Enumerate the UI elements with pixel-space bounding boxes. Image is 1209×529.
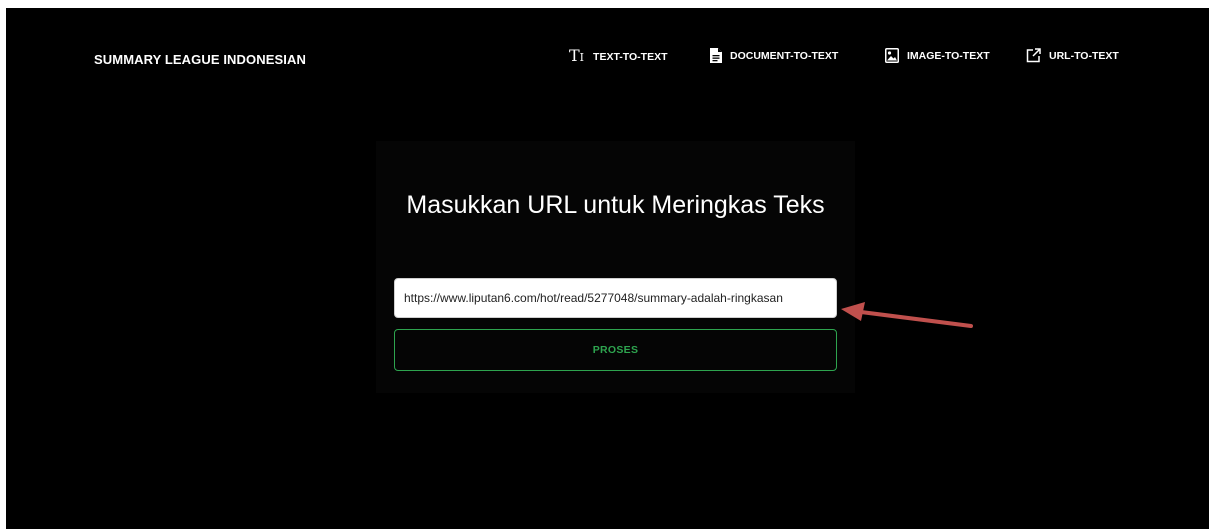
nav-link-label: TEXT-TO-TEXT xyxy=(593,51,668,63)
proses-button[interactable]: PROSES xyxy=(394,329,837,371)
top-navbar: SUMMARY LEAGUE INDONESIAN TI TEXT-TO-TEX… xyxy=(6,8,1209,108)
nav-link-document-to-text[interactable]: DOCUMENT-TO-TEXT xyxy=(710,48,838,63)
page-title: Masukkan URL untuk Meringkas Teks xyxy=(406,191,825,219)
nav-link-url-to-text[interactable]: URL-TO-TEXT xyxy=(1026,48,1119,63)
image-icon xyxy=(885,48,899,63)
document-icon xyxy=(710,48,722,63)
nav-link-label: DOCUMENT-TO-TEXT xyxy=(730,49,839,62)
brand-logo-text[interactable]: SUMMARY LEAGUE INDONESIAN xyxy=(94,52,306,67)
page-frame: SUMMARY LEAGUE INDONESIAN TI TEXT-TO-TEX… xyxy=(6,8,1209,529)
nav-link-image-to-text[interactable]: IMAGE-TO-TEXT xyxy=(885,48,990,63)
annotation-arrow-icon xyxy=(841,302,973,328)
url-summary-card: Masukkan URL untuk Meringkas Teks PROSES xyxy=(376,141,855,393)
text-size-icon: TI xyxy=(569,46,585,65)
nav-link-label: IMAGE-TO-TEXT xyxy=(907,49,990,62)
nav-link-label: URL-TO-TEXT xyxy=(1049,49,1119,62)
external-link-icon xyxy=(1026,48,1041,63)
url-input[interactable] xyxy=(394,278,837,318)
nav-link-text-to-text[interactable]: TI TEXT-TO-TEXT xyxy=(569,48,668,66)
